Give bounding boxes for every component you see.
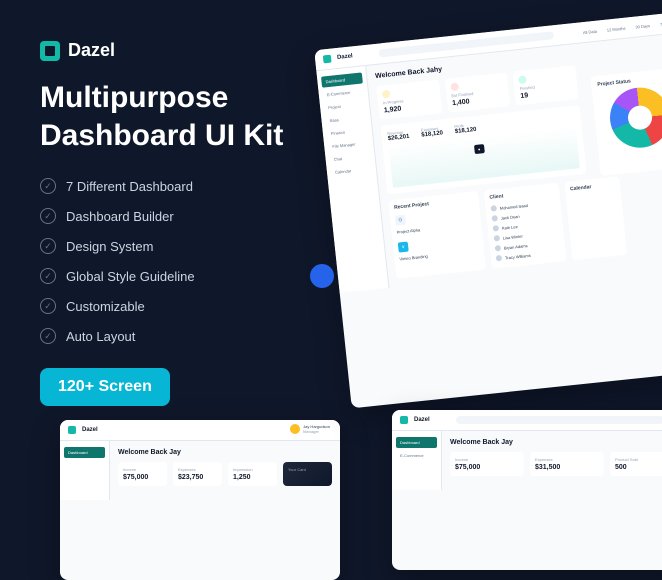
stat-value: 500 (615, 464, 662, 471)
google-icon: G (395, 215, 406, 226)
avatar (495, 245, 502, 252)
avatar (496, 255, 503, 262)
stat-icon (450, 82, 459, 91)
your-card-label: Your Card (288, 467, 327, 472)
check-icon (40, 268, 56, 284)
dashboard-preview-1: Dazel All Data 12 Months 30 Days 7 Days … (314, 12, 662, 409)
stat-value: $31,500 (535, 464, 599, 471)
feature-text: 7 Different Dashboard (66, 179, 193, 194)
feature-text: Global Style Guideline (66, 269, 195, 284)
stat-label: Income (455, 457, 519, 462)
filter-12m[interactable]: 12 Months (603, 24, 628, 34)
feature-text: Design System (66, 239, 153, 254)
sidebar: Dashboard (60, 441, 110, 500)
welcome-title: Welcome Back Jay (450, 439, 662, 446)
dashboard-logo-icon (68, 426, 76, 434)
brand-name: Dazel (68, 40, 115, 61)
dashboard-brand: Dazel (414, 417, 430, 423)
check-icon (40, 178, 56, 194)
stat-label: Income (123, 467, 162, 472)
feature-text: Dashboard Builder (66, 209, 174, 224)
sidebar: Dashboard E-Commerce (392, 431, 442, 490)
sidebar-item[interactable]: E-Commerce (396, 450, 437, 461)
filter-all[interactable]: All Data (580, 27, 601, 36)
avatar (490, 205, 497, 212)
expenses-value: $18,120 (421, 130, 443, 138)
pie-chart (607, 85, 662, 151)
filter-7d[interactable]: 7 Days (657, 19, 662, 28)
revenue-value: $26,201 (388, 134, 410, 142)
sidebar-item-dashboard[interactable]: Dashboard (64, 447, 105, 458)
screen-count-badge: 120+ Screen (40, 368, 170, 406)
stat-label: Impression (233, 467, 272, 472)
chart-tooltip: ● (474, 144, 485, 154)
feature-text: Auto Layout (66, 329, 135, 344)
dashboard-logo-icon (400, 416, 408, 424)
dashboard-logo-icon (323, 55, 332, 64)
sidebar-item-calendar[interactable]: Calendar (331, 163, 373, 178)
calendar-title: Calendar (570, 182, 615, 193)
avatar (493, 225, 500, 232)
logo-icon (40, 41, 60, 61)
stat-value: $75,000 (455, 464, 519, 471)
avatar (494, 235, 501, 242)
project-status-title: Project Status (597, 74, 662, 88)
stat-icon (518, 75, 527, 84)
stat-value: 1,250 (233, 474, 272, 481)
stat-value: $23,750 (178, 474, 217, 481)
sidebar-item-dashboard[interactable]: Dashboard (396, 437, 437, 448)
stat-label: Expenses (178, 467, 217, 472)
stat-icon (382, 90, 391, 99)
headline: Multipurpose Dashboard UI Kit (40, 79, 283, 154)
dashboard-preview-2: Dazel Jay Hargudson Manager Dashboard We… (60, 420, 340, 580)
check-icon (40, 238, 56, 254)
check-icon (40, 208, 56, 224)
check-icon (40, 298, 56, 314)
check-icon (40, 328, 56, 344)
avatar[interactable] (290, 424, 300, 434)
stat-label: Expenses (535, 457, 599, 462)
stat-label: Product Sold (615, 457, 662, 462)
dashboard-brand: Dazel (337, 53, 353, 61)
search-input[interactable] (456, 416, 662, 424)
dashboard-brand: Dazel (82, 427, 98, 433)
welcome-title: Welcome Back Jay (118, 449, 332, 456)
stat-value: $75,000 (123, 474, 162, 481)
feature-text: Customizable (66, 299, 145, 314)
avatar (491, 215, 498, 222)
feature-list: 7 Different Dashboard Dashboard Builder … (40, 178, 283, 344)
dashboard-preview-3: Dazel Dashboard E-Commerce Welcome Back … (392, 410, 662, 570)
user-role: Manager (303, 429, 330, 434)
decorative-dot (310, 264, 334, 288)
filter-30d[interactable]: 30 Days (632, 21, 653, 30)
profit-value: $18,120 (455, 127, 477, 135)
vimeo-icon: v (398, 242, 409, 253)
